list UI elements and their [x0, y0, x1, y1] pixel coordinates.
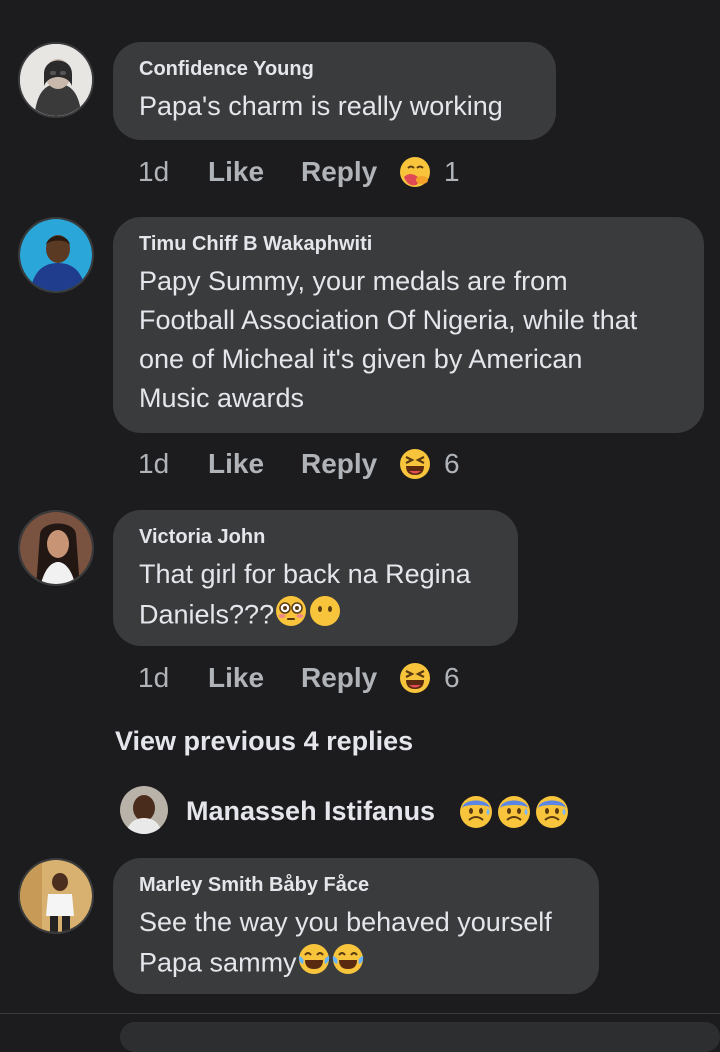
comment-text-line: Papa's charm is really working — [139, 91, 503, 121]
comment-text-line-with-emoji: Papa sammy — [139, 942, 575, 987]
comment-text-line: See the way you behaved yourself — [139, 907, 552, 937]
comment-text-line: Music awards — [139, 383, 305, 413]
avatar[interactable] — [18, 217, 94, 293]
reply-author[interactable]: Manasseh Istifanus — [186, 796, 435, 827]
comment-text-line: one of Micheal it's given by American — [139, 344, 583, 374]
avatar[interactable] — [18, 510, 94, 586]
view-previous-replies-link[interactable]: View previous 4 replies — [115, 726, 413, 757]
comment-text-line: That girl for back na Regina — [139, 559, 471, 589]
reaction-count[interactable]: 1 — [444, 156, 460, 188]
comment-text: Papy Summy, your medals are from Footbal… — [139, 262, 680, 418]
comment-author[interactable]: Victoria John — [139, 526, 494, 549]
reaction-count[interactable]: 6 — [444, 448, 460, 480]
care-hug-emoji-icon[interactable] — [398, 155, 432, 189]
laughing-squint-emoji-icon[interactable] — [398, 447, 432, 481]
flushed-face-emoji-icon — [274, 594, 308, 639]
comment-text: See the way you behaved yourself Papa sa… — [139, 903, 575, 987]
laughing-squint-emoji-icon[interactable] — [398, 661, 432, 695]
comment-text-line: Daniels??? — [139, 599, 275, 630]
avatar[interactable] — [18, 42, 94, 118]
comment-time[interactable]: 1d — [138, 448, 208, 480]
like-button[interactable]: Like — [208, 156, 301, 188]
comment-bubble: Timu Chiff B Wakaphwiti Papy Summy, your… — [113, 217, 704, 433]
comment-bubble: Confidence Young Papa's charm is really … — [113, 42, 556, 140]
tears-of-joy-emoji-icon — [331, 942, 365, 987]
reaction-count[interactable]: 6 — [444, 662, 460, 694]
avatar[interactable] — [18, 858, 94, 934]
avatar[interactable] — [120, 786, 168, 834]
comment-text-line: Papa sammy — [139, 947, 297, 978]
comment-text-line-with-emoji: Daniels??? — [139, 594, 494, 639]
like-button[interactable]: Like — [208, 448, 301, 480]
comment-author[interactable]: Marley Smith Båby Fåce — [139, 874, 575, 897]
like-button[interactable]: Like — [208, 662, 301, 694]
comment-text-line: Papy Summy, your medals are from — [139, 266, 568, 296]
comment-author[interactable]: Timu Chiff B Wakaphwiti — [139, 233, 680, 256]
comment-author[interactable]: Confidence Young — [139, 58, 532, 81]
comment-actions: 1d Like Reply 6 — [138, 658, 460, 698]
comment-time[interactable]: 1d — [138, 662, 208, 694]
comment-actions: 1d Like Reply 1 — [138, 152, 460, 192]
anxious-sweat-emoji-icon — [458, 794, 494, 835]
comment-text: That girl for back na Regina Daniels??? — [139, 555, 494, 639]
tears-of-joy-emoji-icon — [297, 942, 331, 987]
comment-bubble-partial — [120, 1022, 720, 1052]
comment-time[interactable]: 1d — [138, 156, 208, 188]
anxious-sweat-emoji-icon — [534, 794, 570, 835]
reply-preview[interactable]: Manasseh Istifanus — [120, 786, 720, 836]
no-mouth-face-emoji-icon — [308, 594, 342, 639]
reply-emoji-group — [458, 794, 570, 835]
reply-button[interactable]: Reply — [301, 156, 398, 188]
reply-button[interactable]: Reply — [301, 662, 398, 694]
comment-text-line: Football Association Of Nigeria, while t… — [139, 305, 638, 335]
comment-actions: 1d Like Reply 6 — [138, 444, 460, 484]
anxious-sweat-emoji-icon — [496, 794, 532, 835]
comment-text: Papa's charm is really working — [139, 87, 532, 126]
comment-bubble: Marley Smith Båby Fåce See the way you b… — [113, 858, 599, 994]
comment-bubble: Victoria John That girl for back na Regi… — [113, 510, 518, 646]
reply-button[interactable]: Reply — [301, 448, 398, 480]
divider — [0, 1013, 720, 1014]
